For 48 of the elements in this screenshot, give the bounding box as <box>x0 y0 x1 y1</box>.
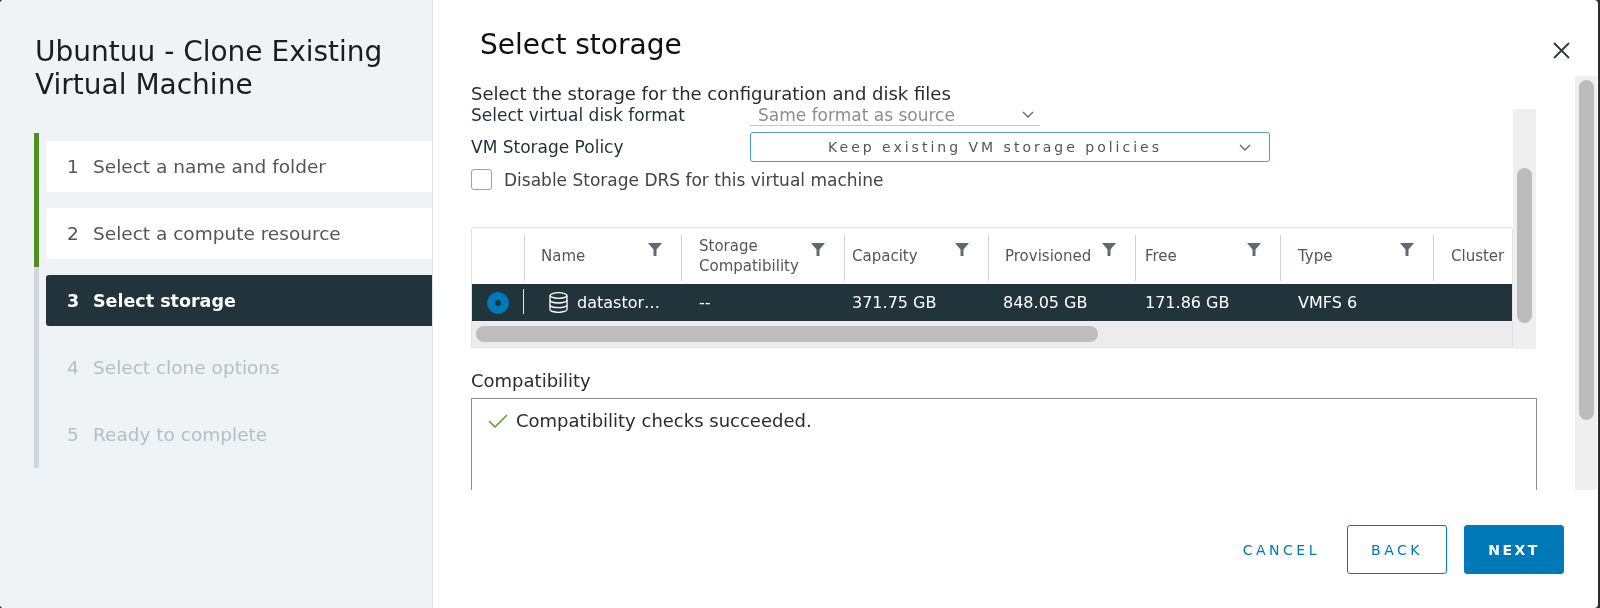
scrollbar-thumb[interactable] <box>476 326 1098 342</box>
filter-icon[interactable] <box>1102 243 1116 256</box>
wizard-step[interactable]: 3 Select storage <box>46 275 432 326</box>
chevron-down-icon <box>1022 111 1034 118</box>
table-cell-text: 171.86 GB <box>1144 292 1231 314</box>
column-header: Name <box>541 246 587 266</box>
radio-button[interactable] <box>487 291 509 314</box>
filter-icon[interactable] <box>648 243 662 256</box>
scrollbar-thumb[interactable] <box>1517 168 1532 323</box>
table-cell-text: 371.75 GB <box>851 292 938 314</box>
filter-icon[interactable] <box>1400 243 1414 256</box>
check-icon <box>488 414 508 428</box>
table-row[interactable]: datastor… -- 371.75 GB 848.05 GB 171.86 GB VMFS 6 <box>472 284 1512 321</box>
table-cell: datastor… <box>577 293 660 312</box>
scrollbar-thumb[interactable] <box>1578 80 1594 420</box>
field-label: VM Storage Policy <box>471 137 625 157</box>
wizard-step[interactable]: 2 Select a compute resource <box>46 208 432 259</box>
vertical-scrollbar[interactable] <box>1575 76 1597 490</box>
table-cell-text: 848.05 GB <box>1002 292 1089 314</box>
close-icon[interactable] <box>1553 42 1570 59</box>
column-header: Cluster <box>1451 246 1505 266</box>
vertical-scrollbar[interactable] <box>1513 109 1536 349</box>
field-label: Select virtual disk format <box>471 105 686 125</box>
database-icon <box>549 292 568 313</box>
filter-icon[interactable] <box>1247 243 1261 256</box>
wizard-button[interactable]: BACK <box>1347 525 1447 574</box>
checkbox[interactable] <box>471 169 492 190</box>
table-cell-text: VMFS 6 <box>1297 292 1359 314</box>
filter-icon[interactable] <box>811 243 825 256</box>
page-subtitle: Select the storage for the configuration and disk files <box>471 83 952 104</box>
column-header: Provisioned <box>1005 246 1093 266</box>
wizard-button[interactable]: NEXT <box>1464 525 1564 574</box>
wizard-button[interactable]: CANCEL <box>1226 525 1334 574</box>
page-title: Select storage <box>480 28 682 62</box>
wizard-step[interactable]: 1 Select a name and folder <box>46 141 432 192</box>
horizontal-scrollbar[interactable] <box>472 321 1512 347</box>
column-header: Storage Compatibility <box>699 236 800 276</box>
section-label: Compatibility <box>471 371 592 391</box>
select-dropdown[interactable]: Keep existing VM storage policies <box>750 132 1270 162</box>
column-header: Capacity <box>852 246 919 266</box>
column-header: Free <box>1145 246 1178 266</box>
checkbox-label[interactable]: Disable Storage DRS for this virtual machine <box>504 169 884 190</box>
filter-icon[interactable] <box>955 243 969 256</box>
wizard-title: Ubuntuu - Clone Existing Virtual Machine <box>35 35 384 101</box>
column-header: Type <box>1298 246 1334 266</box>
status-message: Compatibility checks succeeded. <box>516 410 812 432</box>
chevron-down-icon <box>1239 143 1251 151</box>
table-cell-text: -- <box>698 292 712 314</box>
